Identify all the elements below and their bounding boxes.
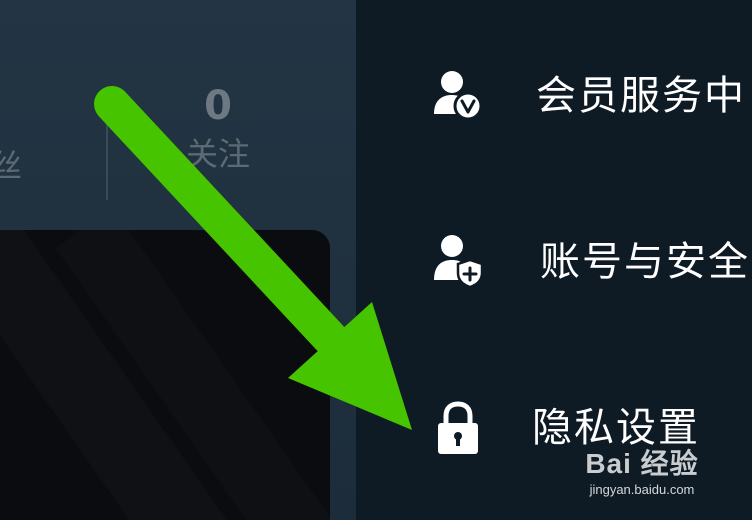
follow-stat[interactable]: 0 关注 (172, 80, 264, 176)
watermark-brand: Bai 经验 (585, 448, 699, 479)
vip-user-icon (434, 71, 483, 121)
user-shield-icon (434, 235, 484, 288)
follow-label: 关注 (185, 135, 250, 173)
menu-item-vip-service[interactable]: 会员服务中 (356, 44, 752, 154)
lock-icon (438, 401, 478, 454)
stat-divider (106, 124, 108, 200)
side-menu: 会员服务中 账号与安全 隐私设置 (356, 0, 752, 520)
fans-label: 丝 (0, 147, 22, 185)
video-card[interactable] (0, 230, 330, 520)
screen: 丝 0 关注 会员服务中 账号与安全 隐私设置 Bai 经验 jingyan.b… (0, 0, 752, 520)
menu-item-label: 会员服务中 (536, 73, 746, 119)
profile-panel: 丝 0 关注 (0, 0, 356, 520)
menu-item-label: 账号与安全 (540, 239, 750, 285)
baidu-watermark: Bai 经验 jingyan.baidu.com (572, 446, 712, 498)
menu-item-account-security[interactable]: 账号与安全 (356, 204, 752, 314)
watermark-site: jingyan.baidu.com (589, 482, 695, 497)
follow-count: 0 (204, 83, 232, 129)
